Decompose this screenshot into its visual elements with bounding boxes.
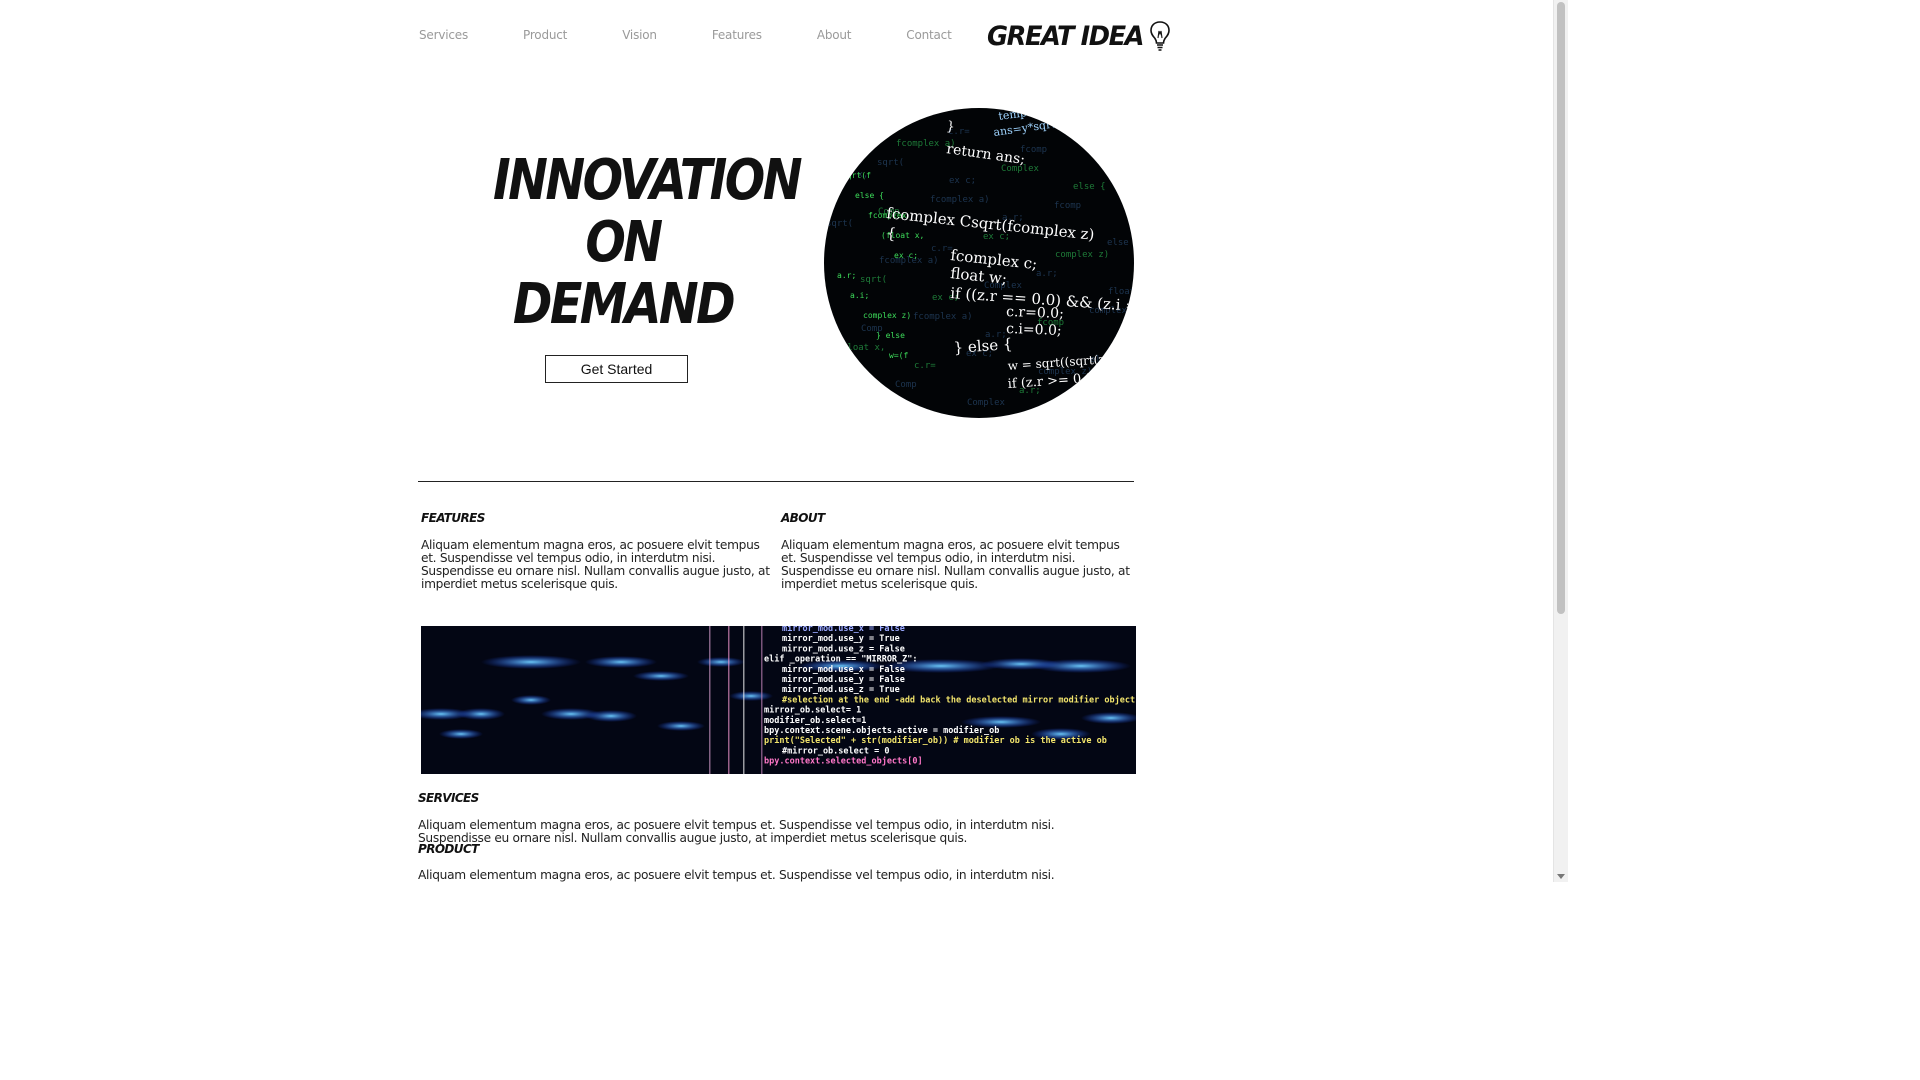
bg-code-fragment: else {: [1107, 238, 1134, 248]
bg-code-fragment: sqrt(: [877, 158, 904, 168]
vertical-scrollbar[interactable]: [1553, 0, 1568, 882]
green-code-fragment: a.i;: [850, 291, 869, 300]
green-code-fragment: (z.i =: [829, 151, 858, 160]
features-body: Aliquam elementum magna eros, ac posuere…: [421, 538, 770, 591]
code-line: } else {: [953, 335, 1013, 357]
code-line: {: [886, 224, 897, 243]
bg-code-fragment: complex z): [1055, 250, 1109, 260]
light-blob: [729, 691, 773, 701]
light-blob: [1031, 659, 1131, 673]
hero-title-line-3: DEMAND: [512, 272, 736, 337]
code-line: c.i=0.0;: [1006, 321, 1062, 339]
hero-title: INNOVATION ON DEMAND: [492, 148, 803, 337]
green-code-fragment: sqrt(f: [842, 171, 871, 180]
code-screen-graphic: else { sqrt( fcomplex a) ex c; a.r; complex z…: [824, 108, 1134, 414]
bg-code-fragment: sqrt(: [826, 219, 853, 229]
bg-code-fragment: fcomplex a): [913, 312, 973, 322]
services-heading: Services: [418, 791, 479, 805]
green-code-fragment: } else: [876, 331, 905, 340]
bg-code-fragment: sqrt(: [843, 392, 870, 402]
top-nav: Services Product Vision Features About C…: [419, 28, 952, 42]
bg-code-fragment: float x,: [1091, 404, 1134, 414]
code-line: #mirror_ob.select = 0: [782, 745, 889, 756]
light-blob: [585, 710, 637, 722]
bg-code-fragment: fcomp: [1054, 201, 1081, 211]
code-line: mirror_mod.use_z = True: [782, 684, 900, 695]
nav-item-vision[interactable]: Vision: [622, 28, 657, 42]
bg-code-fragment: else {: [824, 121, 857, 131]
green-code-fragment: w=(f: [889, 351, 908, 360]
code-banner-graphic: mirror_mod.use_x = Falsemirror_mod.use_y…: [421, 626, 1136, 774]
logo-text: GREAT IDEA: [987, 20, 1145, 52]
lightbulb-icon: [1150, 21, 1171, 51]
bg-code-fragment: fcomplex a): [930, 195, 990, 205]
features-heading: Features: [421, 511, 485, 525]
bg-code-fragment: Complex: [967, 398, 1006, 408]
hero-title-line-1: INNOVATION: [492, 148, 803, 213]
light-blob: [511, 695, 551, 705]
nav-item-features[interactable]: Features: [712, 28, 762, 42]
code-line: elif _operation == "MIRROR_Z":: [764, 654, 918, 665]
green-code-fragment: else {: [855, 191, 884, 200]
code-line: mirror_mod.use_x = False: [782, 664, 905, 675]
bg-code-fragment: c.r=: [914, 361, 936, 371]
nav-item-contact[interactable]: Contact: [906, 28, 951, 42]
scroll-down-arrow-icon[interactable]: [1557, 874, 1565, 879]
light-blob: [481, 655, 581, 669]
nav-item-about[interactable]: About: [817, 28, 852, 42]
about-body: Aliquam elementum magna eros, ac posuere…: [781, 538, 1130, 591]
code-line: mirror_mod.use_y = True: [782, 633, 900, 644]
bg-code-fragment: ex c;: [949, 176, 976, 186]
code-line: mirror_mod.use_x = False: [782, 626, 905, 634]
bg-code-fragment: else {: [1073, 182, 1106, 192]
code-line: bpy.context.scene.objects.active = modif…: [764, 725, 999, 736]
nav-item-services[interactable]: Services: [419, 28, 468, 42]
light-blob: [697, 657, 745, 667]
page: Services Product Vision Features About C…: [0, 0, 1568, 882]
get-started-button[interactable]: Get Started: [545, 355, 688, 383]
code-line: #selection at the end -add back the dese…: [782, 694, 1135, 705]
hero-code-image: else { sqrt( fcomplex a) ex c; a.r; complex z…: [824, 108, 1134, 418]
product-heading: Product: [418, 842, 479, 856]
code-line: modifier_ob.select=1: [764, 715, 866, 726]
light-streak: [709, 626, 711, 774]
green-code-fragment: complex z): [863, 311, 911, 320]
code-line: if (z.r >= 0.0){: [1007, 370, 1107, 392]
bg-code-fragment: a.r;: [1036, 269, 1058, 279]
bg-code-fragment: sqrt(: [860, 275, 887, 285]
green-code-fragment: a.r;: [837, 271, 856, 280]
code-line: mirror_mod.use_y = False: [782, 674, 905, 685]
bg-code-fragment: Comp: [895, 380, 917, 390]
light-blob: [657, 721, 705, 731]
section-divider: [418, 481, 1134, 482]
about-heading: About: [781, 511, 825, 525]
site-logo[interactable]: GREAT IDEA: [987, 20, 1171, 52]
light-streak: [761, 626, 763, 774]
light-streak: [728, 626, 730, 774]
light-blob: [457, 708, 505, 720]
code-line: return ans;: [945, 141, 1026, 168]
light-streak: [743, 626, 745, 774]
code-line: c.r=0.0;: [1006, 304, 1064, 322]
code-line: bpy.context.selected_objects[0]: [764, 756, 923, 767]
code-banner-image: mirror_mod.use_x = False mirror_mod.use_y…: [421, 626, 1136, 774]
light-blob: [585, 656, 657, 668]
green-code-fragment: ex c;: [894, 251, 918, 260]
light-blob: [633, 671, 689, 681]
light-blob: [439, 729, 483, 739]
light-blob: [1081, 712, 1136, 724]
bg-code-fragment: float x,: [842, 343, 885, 353]
code-line: mirror_mod.use_z = False: [782, 643, 905, 654]
nav-item-product[interactable]: Product: [523, 28, 567, 42]
code-line: print("Selected" + str(modifier_ob)) # m…: [764, 735, 1107, 746]
hero-title-line-2: ON: [585, 210, 663, 275]
product-body: Aliquam elementum magna eros, ac posuere…: [418, 868, 1055, 883]
code-line: mirror_ob.select= 1: [764, 705, 861, 716]
bg-code-fragment: complex z): [1072, 133, 1126, 143]
scrollbar-thumb[interactable]: [1557, 2, 1565, 614]
green-code-fragment: x=fa: [832, 371, 851, 380]
services-body: Aliquam elementum magna eros, ac posuere…: [418, 818, 1055, 845]
